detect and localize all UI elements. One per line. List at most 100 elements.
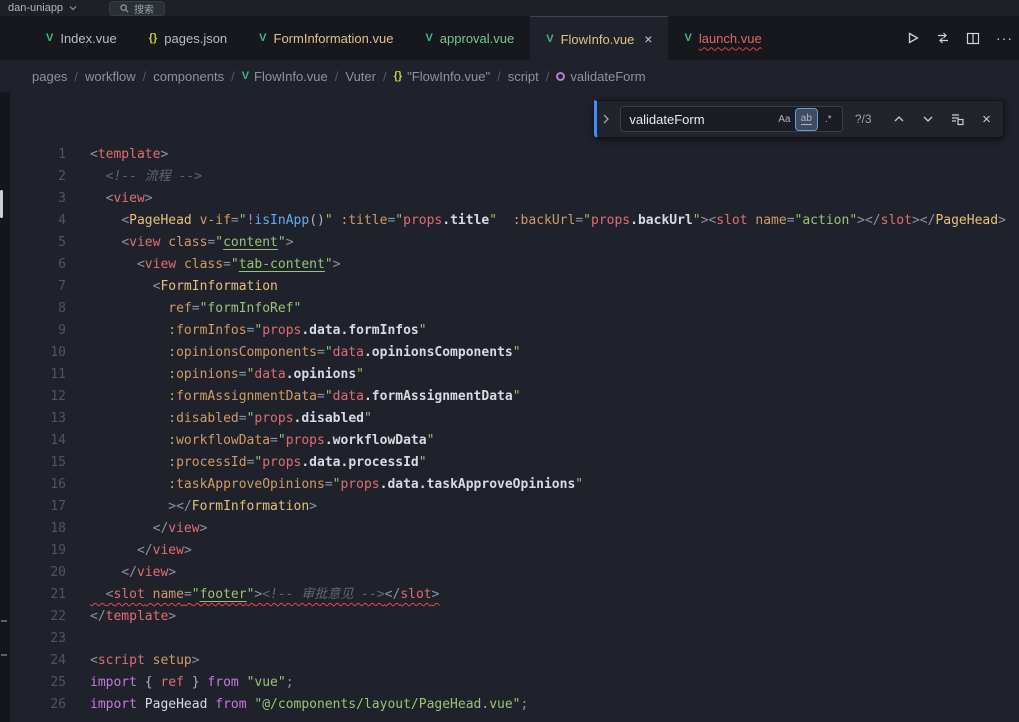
code-token: > [286, 235, 294, 250]
search-label: 搜索 [134, 1, 154, 16]
project-name[interactable]: dan-uniapp [8, 2, 63, 14]
editor-tab[interactable]: Vlaunch.vue [668, 16, 777, 60]
code-token [497, 213, 513, 228]
code-line: :formInfos="props.data.formInfos" [66, 320, 427, 342]
code-line: <view> [66, 188, 153, 210]
breadcrumb-item[interactable]: components [153, 69, 224, 84]
tab-label: approval.vue [440, 31, 514, 46]
line-number: 2 [10, 166, 66, 188]
whole-word-toggle[interactable]: ab [796, 109, 817, 130]
code-token: from [215, 697, 246, 712]
code-line-row: 13 :disabled="props.disabled" [10, 408, 1019, 430]
code-token: .backUrl [630, 213, 693, 228]
code-line: ref="formInfoRef" [66, 298, 301, 320]
code-editor[interactable]: 1<template>2 <!-- 流程 -->3 <view>4 <PageH… [10, 92, 1019, 722]
code-token: template [106, 609, 169, 624]
breadcrumb-item[interactable]: Vuter [345, 69, 376, 84]
code-token: ; [521, 697, 529, 712]
code-token: v-if [200, 213, 231, 228]
breadcrumb-item[interactable]: pages [32, 69, 67, 84]
breadcrumb-label: "FlowInfo.vue" [407, 69, 490, 84]
code-token: < [90, 147, 98, 162]
sidebar-edge-fragment [0, 92, 10, 722]
code-token: > [333, 257, 341, 272]
code-line-row: 4 <PageHead v-if="!isInApp()" :title="pr… [10, 210, 1019, 232]
code-token: > [309, 499, 317, 514]
indent [90, 587, 106, 602]
breadcrumb-item[interactable]: VFlowInfo.vue [242, 69, 328, 84]
code-token: > [145, 191, 153, 206]
line-number: 5 [10, 232, 66, 254]
line-number: 21 [10, 584, 66, 606]
code-line: <view class="tab-content"> [66, 254, 340, 276]
code-line: :disabled="props.disabled" [66, 408, 372, 430]
code-token: < [137, 257, 145, 272]
previous-match-button[interactable] [889, 108, 910, 130]
code-token: data [254, 367, 285, 382]
code-token: import [90, 675, 137, 690]
code-line: <script setup> [66, 650, 200, 672]
breadcrumb-item[interactable]: validateForm [556, 69, 645, 84]
code-line-row: 7 <FormInformation [10, 276, 1019, 298]
code-token: .workflowData [325, 433, 427, 448]
code-token: name [153, 587, 184, 602]
breadcrumb-separator: / [231, 69, 235, 84]
more-actions-button[interactable]: ··· [996, 30, 1013, 46]
code-token: view [129, 235, 160, 250]
split-editor-button[interactable] [966, 32, 980, 45]
line-number: 6 [10, 254, 66, 276]
toggle-replace-chevron-icon[interactable] [599, 114, 612, 124]
code-token: > [168, 609, 176, 624]
editor-tab[interactable]: VIndex.vue [30, 16, 133, 60]
code-line-row: 25import { ref } from "vue"; [10, 672, 1019, 694]
code-token: <!-- 审批意见 --> [262, 587, 384, 602]
tab-bar: VIndex.vue{}pages.jsonVFormInformation.v… [0, 16, 1019, 60]
code-line-row: 23 [10, 628, 1019, 650]
breadcrumb-separator: / [497, 69, 501, 84]
line-number: 1 [10, 144, 66, 166]
open-changes-icon[interactable] [936, 31, 950, 45]
code-line-row: 24<script setup> [10, 650, 1019, 672]
code-token: " [192, 587, 200, 602]
breadcrumb-item[interactable]: workflow [85, 69, 136, 84]
code-token: from [207, 675, 238, 690]
tab-close-button[interactable]: × [644, 32, 652, 46]
find-input[interactable]: validateForm Aa ab .* [620, 106, 842, 132]
match-case-toggle[interactable]: Aa [774, 109, 795, 130]
code-line-row: 17 ></FormInformation> [10, 496, 1019, 518]
code-token: :taskApproveOpinions [168, 477, 325, 492]
code-line-row: 3 <view> [10, 188, 1019, 210]
breadcrumb-item[interactable]: script [508, 69, 539, 84]
vue-file-icon: V [259, 32, 266, 44]
line-number: 9 [10, 320, 66, 342]
editor-tab[interactable]: VFormInformation.vue [243, 16, 409, 60]
code-token: </ [90, 609, 106, 624]
code-token: " [693, 213, 701, 228]
run-button[interactable] [906, 31, 920, 45]
indent [90, 213, 121, 228]
next-match-button[interactable] [918, 108, 939, 130]
code-line: :processId="props.data.processId" [66, 452, 427, 474]
code-line-row: 5 <view class="content"> [10, 232, 1019, 254]
code-token: > [998, 213, 1006, 228]
code-token: ref [168, 301, 191, 316]
regex-toggle[interactable]: .* [818, 109, 839, 130]
code-token: < [121, 213, 129, 228]
editor-tab[interactable]: VFlowInfo.vue× [530, 16, 668, 61]
find-query-text[interactable]: validateForm [629, 112, 772, 127]
tab-label: FlowInfo.vue [561, 32, 635, 47]
close-find-button[interactable]: × [976, 108, 997, 130]
breadcrumb-item[interactable]: {}"FlowInfo.vue" [394, 69, 491, 84]
global-search-box[interactable]: 搜索 [109, 1, 165, 16]
code-token: ref [160, 675, 183, 690]
code-token: slot [400, 587, 431, 602]
find-in-selection-button[interactable] [947, 108, 968, 130]
code-token: :opinionsComponents [168, 345, 317, 360]
editor-tab[interactable]: {}pages.json [133, 16, 243, 60]
code-token: props [262, 323, 301, 338]
sidebar-fragment-mark [0, 190, 3, 218]
code-token: view [137, 565, 168, 580]
code-token: :backUrl [513, 213, 576, 228]
editor-tab[interactable]: Vapproval.vue [409, 16, 530, 60]
line-number: 26 [10, 694, 66, 716]
